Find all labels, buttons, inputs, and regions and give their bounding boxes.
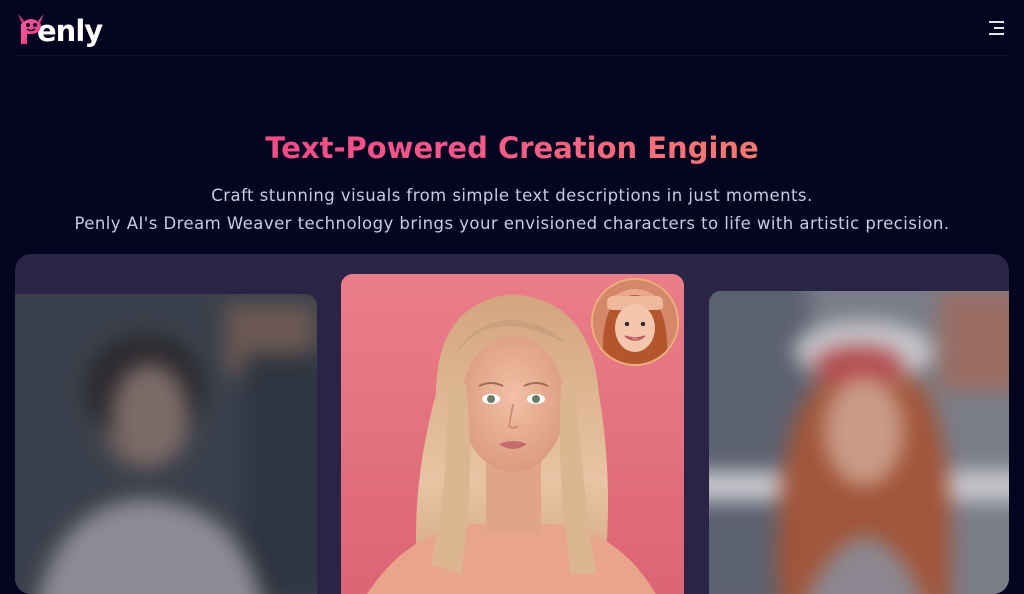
hero-subtitle-line-2: Penly AI's Dream Weaver technology bring… — [74, 214, 950, 233]
reference-face-avatar — [591, 278, 679, 366]
header-divider — [16, 55, 1008, 56]
brand-logo[interactable]: enly — [15, 6, 103, 50]
site-header: enly — [0, 0, 1024, 55]
hero-title: Text-Powered Creation Engine — [0, 128, 1024, 168]
featured-portrait-image[interactable] — [341, 274, 684, 594]
blurred-portrait-image-right[interactable] — [709, 291, 1009, 594]
blurred-portrait-image-left[interactable] — [15, 294, 317, 594]
devil-logo-icon — [18, 14, 44, 44]
hero-subtitle-line-1: Craft stunning visuals from simple text … — [211, 186, 813, 205]
hamburger-menu-icon[interactable] — [984, 16, 1008, 40]
image-showcase-carousel — [15, 254, 1009, 594]
